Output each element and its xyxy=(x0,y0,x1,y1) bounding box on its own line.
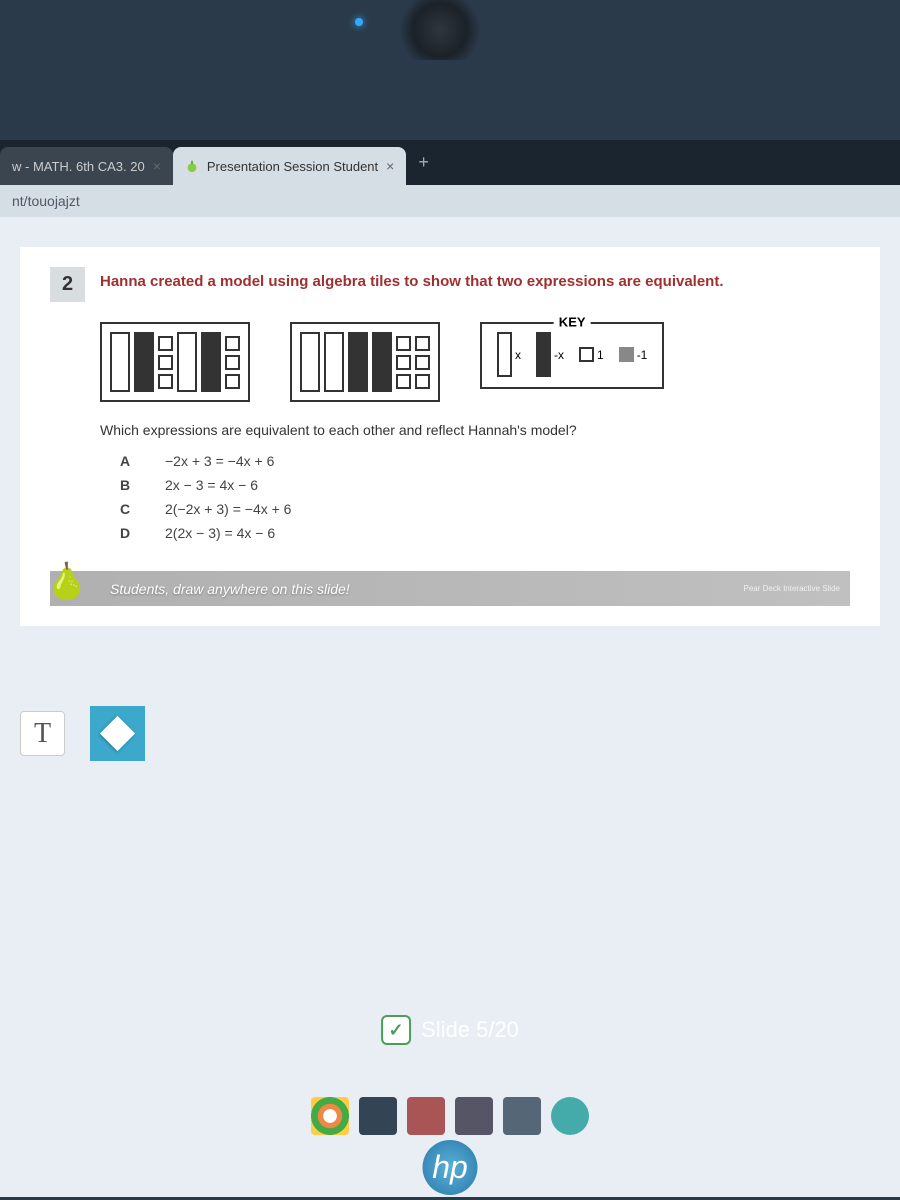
algebra-tiles-row: KEY x -x 1 -1 xyxy=(100,322,800,402)
tab-label: w - MATH. 6th CA3. 20 xyxy=(12,159,145,174)
choice-text: 2(−2x + 3) = −4x + 6 xyxy=(165,501,291,517)
unit-tile xyxy=(396,355,411,370)
pear-favicon-icon xyxy=(185,159,199,173)
x-tile xyxy=(324,332,344,392)
legend-negone: -1 xyxy=(637,348,648,362)
drawing-toolbar: T xyxy=(20,706,880,761)
page-content: 2 Hanna created a model using algebra ti… xyxy=(0,217,900,1197)
unit-tile xyxy=(415,336,430,351)
tile-group-right xyxy=(290,322,440,402)
neg-x-tile xyxy=(201,332,221,392)
unit-tile xyxy=(158,355,173,370)
unit-tile-key xyxy=(579,347,594,362)
choice-letter: C xyxy=(120,501,135,517)
choice-text: 2(2x − 3) = 4x − 6 xyxy=(165,525,275,541)
camera-led xyxy=(355,18,363,26)
taskbar-app-icon[interactable] xyxy=(455,1097,493,1135)
unit-tile xyxy=(396,374,411,389)
neg-x-tile xyxy=(134,332,154,392)
unit-tile xyxy=(396,336,411,351)
pear-mascot-icon: 🍐 xyxy=(45,561,100,616)
address-bar[interactable]: nt/touojajzt xyxy=(0,185,900,217)
choice-letter: A xyxy=(120,453,135,469)
new-tab-button[interactable]: + xyxy=(406,152,441,173)
taskbar-app-icon[interactable] xyxy=(359,1097,397,1135)
slide-indicator[interactable]: ✓ Slide 5/20 xyxy=(381,1015,519,1045)
choice-letter: B xyxy=(120,477,135,493)
tab-label: Presentation Session Student xyxy=(207,159,378,174)
x-tile xyxy=(300,332,320,392)
check-icon: ✓ xyxy=(381,1015,411,1045)
neg-x-tile xyxy=(372,332,392,392)
unit-tile xyxy=(158,374,173,389)
hp-logo: hp xyxy=(423,1140,478,1195)
neg-x-tile-key xyxy=(536,332,551,377)
eraser-tool-button[interactable] xyxy=(90,706,145,761)
choice-b[interactable]: B 2x − 3 = 4x − 6 xyxy=(120,477,850,493)
eraser-icon xyxy=(100,716,135,751)
chrome-icon[interactable] xyxy=(311,1097,349,1135)
close-icon[interactable]: × xyxy=(386,158,394,174)
choice-text: 2x − 3 = 4x − 6 xyxy=(165,477,258,493)
unit-tile xyxy=(158,336,173,351)
legend-x: x xyxy=(515,348,521,362)
unit-tile xyxy=(415,374,430,389)
neg-x-tile xyxy=(348,332,368,392)
unit-tile xyxy=(225,374,240,389)
browser-tab-bar: w - MATH. 6th CA3. 20 × Presentation Ses… xyxy=(0,140,900,185)
tab-presentation[interactable]: Presentation Session Student × xyxy=(173,147,406,185)
instruction-text: Students, draw anywhere on this slide! xyxy=(110,581,350,597)
legend-title: KEY xyxy=(554,315,591,330)
answer-choices: A −2x + 3 = −4x + 6 B 2x − 3 = 4x − 6 C … xyxy=(120,453,850,541)
taskbar-app-icon[interactable] xyxy=(407,1097,445,1135)
choice-text: −2x + 3 = −4x + 6 xyxy=(165,453,274,469)
unit-tile xyxy=(225,355,240,370)
question-number-badge: 2 xyxy=(50,267,85,302)
unit-tile xyxy=(415,355,430,370)
x-tile-key xyxy=(497,332,512,377)
taskbar-app-icon[interactable] xyxy=(503,1097,541,1135)
windows-taskbar xyxy=(311,1097,589,1135)
legend-negx: -x xyxy=(554,348,564,362)
instruction-brand: Pear Deck Interactive Slide xyxy=(744,584,841,593)
text-tool-button[interactable]: T xyxy=(20,711,65,756)
tab-math[interactable]: w - MATH. 6th CA3. 20 × xyxy=(0,147,173,185)
instruction-bar: 🍐 Students, draw anywhere on this slide!… xyxy=(50,571,850,606)
choice-a[interactable]: A −2x + 3 = −4x + 6 xyxy=(120,453,850,469)
close-icon[interactable]: × xyxy=(153,158,161,174)
slide[interactable]: 2 Hanna created a model using algebra ti… xyxy=(20,247,880,626)
sub-question-text: Which expressions are equivalent to each… xyxy=(100,422,800,438)
choice-letter: D xyxy=(120,525,135,541)
question-prompt: Hanna created a model using algebra tile… xyxy=(100,267,724,290)
legend-box: KEY x -x 1 -1 xyxy=(480,322,664,389)
unit-tile xyxy=(225,336,240,351)
taskbar-app-icon[interactable] xyxy=(551,1097,589,1135)
url-text: nt/touojajzt xyxy=(12,193,80,209)
legend-one: 1 xyxy=(597,348,604,362)
webcam-housing xyxy=(380,0,500,60)
x-tile xyxy=(177,332,197,392)
choice-c[interactable]: C 2(−2x + 3) = −4x + 6 xyxy=(120,501,850,517)
slide-counter: Slide 5/20 xyxy=(421,1017,519,1043)
neg-unit-tile-key xyxy=(619,347,634,362)
choice-d[interactable]: D 2(2x − 3) = 4x − 6 xyxy=(120,525,850,541)
x-tile xyxy=(110,332,130,392)
tile-group-left xyxy=(100,322,250,402)
